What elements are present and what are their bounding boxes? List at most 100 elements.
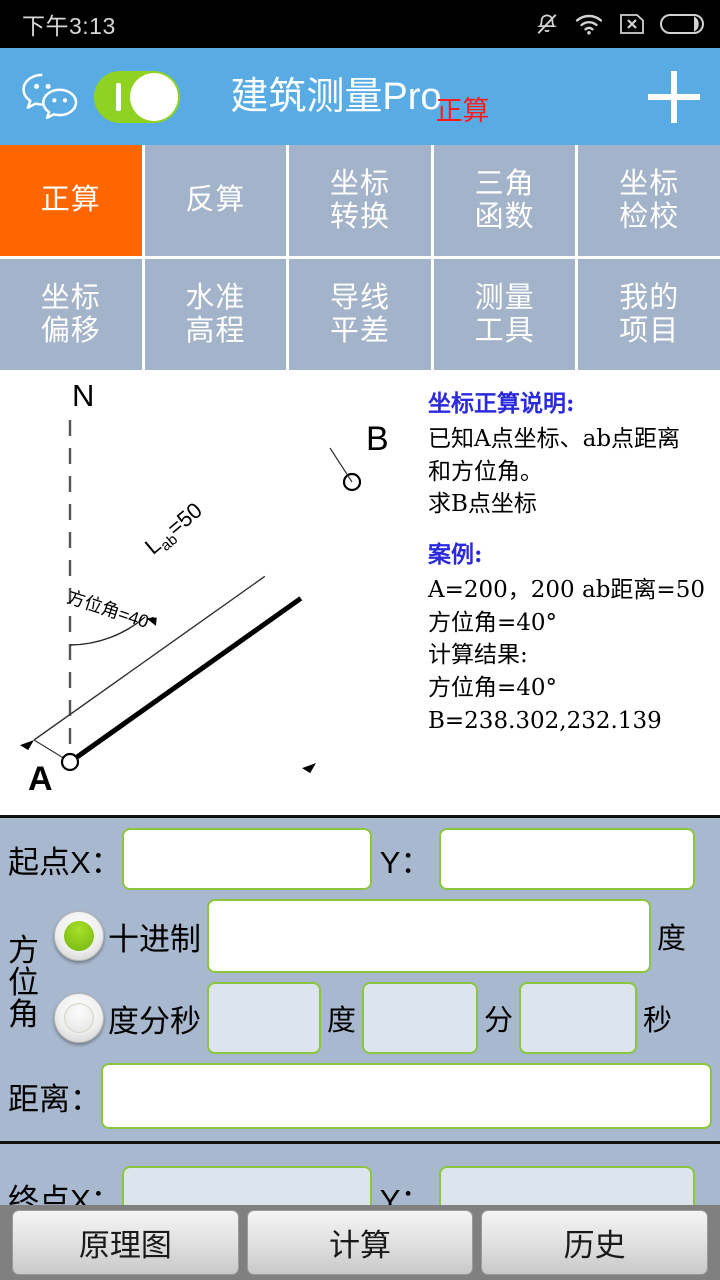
azimuth-label-char-2: 位	[8, 964, 39, 1000]
decimal-mode-row: 十进制 度	[54, 899, 712, 973]
dms-mode-row: 度分秒 度 分 秒	[54, 982, 712, 1054]
start-x-label: 起点X：	[8, 844, 122, 880]
dms-degree-input[interactable]	[207, 982, 321, 1054]
calculate-button[interactable]: 计算	[246, 1210, 474, 1275]
add-icon[interactable]	[648, 70, 700, 123]
nav-tile-label: 正算	[40, 184, 101, 217]
nav-tile-label: 反算	[185, 184, 246, 217]
description-line-5: 方位角=40°	[428, 609, 558, 636]
start-point-row: 起点X： Y：	[8, 828, 712, 890]
nav-tile-trig-function[interactable]: 三角 函数	[433, 145, 576, 256]
status-icons	[534, 11, 706, 37]
dms-radio-label: 度分秒	[108, 1003, 201, 1039]
status-bar: 下午3:13	[0, 0, 720, 48]
radio-dot	[64, 1003, 94, 1033]
nav-tile-label-2: 高程	[185, 314, 246, 347]
bottom-button-bar: 原理图 计算 历史	[0, 1205, 720, 1280]
nav-tile-coord-check[interactable]: 坐标 检校	[578, 145, 720, 256]
start-y-label: Y：	[379, 844, 432, 880]
nav-tile-coord-offset[interactable]: 坐标 偏移	[0, 259, 142, 370]
nav-tile-coord-convert[interactable]: 坐标 转换	[289, 145, 431, 256]
description-line-2: 和方位角。	[428, 458, 543, 485]
description-line-6: 计算结果:	[428, 642, 528, 669]
nav-tile-zhengsuan[interactable]: 正算	[0, 145, 142, 256]
nav-tile-label-2: 项目	[619, 314, 680, 347]
dms-radio[interactable]	[54, 993, 104, 1043]
page-subtitle: 正算	[435, 95, 490, 126]
history-button[interactable]: 历史	[481, 1210, 709, 1275]
dms-degree-unit: 度	[327, 1005, 357, 1037]
azimuth-label: 方 位 角	[8, 899, 54, 1063]
nav-tile-label-2: 函数	[474, 200, 535, 233]
point-a-label: A	[28, 760, 53, 798]
nav-tile-label-2: 偏移	[40, 314, 101, 347]
dms-second-unit: 秒	[643, 1005, 673, 1037]
toggle-bar	[116, 82, 121, 111]
bell-muted-icon	[537, 14, 557, 34]
nav-tile-fansuan[interactable]: 反算	[144, 145, 287, 256]
azimuth-label-char-3: 角	[8, 997, 39, 1033]
nav-tile-label: 水准	[185, 282, 246, 315]
content-area: N A B Lab=50 方位角=40° 坐标正算说明: 已知A点坐标、ab点距…	[0, 370, 720, 815]
nav-tile-label-2: 工具	[474, 314, 535, 347]
point-a-marker	[60, 752, 80, 772]
point-b-label: B	[366, 420, 389, 458]
distance-label: 距离：	[8, 1081, 101, 1117]
start-x-input[interactable]	[121, 828, 372, 890]
description-line-8: B=238.302,232.139	[428, 707, 662, 734]
azimuth-rows: 十进制 度 度分秒 度 分 秒	[54, 899, 712, 1063]
dimension-line	[33, 575, 266, 741]
decimal-radio-label: 十进制	[108, 921, 201, 957]
nav-tile-leveling[interactable]: 水准 高程	[144, 259, 287, 370]
principle-diagram-button[interactable]: 原理图	[12, 1210, 239, 1275]
battery-icon	[660, 14, 704, 34]
nav-tile-label-2: 转换	[329, 200, 390, 233]
dimension-arrow-a	[20, 740, 34, 751]
dimension-arrow-b	[302, 763, 316, 774]
nav-grid: 正算 反算 坐标 转换 三角 函数 坐标 检校 坐标 偏移 水准 高程 导线 平…	[0, 145, 720, 370]
dms-minute-unit: 分	[484, 1005, 514, 1037]
wifi-icon	[575, 14, 603, 35]
description-heading-1: 坐标正算说明:	[428, 390, 575, 417]
principle-diagram[interactable]: N A B Lab=50 方位角=40°	[0, 370, 420, 815]
description-line-3: 求B点坐标	[428, 491, 537, 518]
north-label: N	[72, 378, 95, 413]
azimuth-label-char-1: 方	[8, 932, 39, 968]
wechat-logo	[22, 73, 78, 119]
nav-tile-label: 坐标	[329, 168, 390, 201]
dms-minute-input[interactable]	[362, 982, 479, 1054]
toggle-knob	[130, 72, 178, 121]
description-heading-2: 案例:	[428, 540, 483, 568]
start-y-input[interactable]	[439, 828, 696, 890]
azimuth-block: 方 位 角 十进制 度 度分秒 度 分 秒	[8, 899, 712, 1063]
description-line-7: 方位角=40°	[428, 674, 558, 701]
app-root: 下午3:13 建筑测量Pro 正算 正算 反算 坐标 转换 三角 函数 坐标 检…	[0, 0, 720, 1280]
distance-row: 距离：	[8, 1063, 712, 1129]
nav-tile-label: 坐标	[40, 282, 101, 315]
description-line-4: A=200，200 ab距离=50	[428, 576, 705, 603]
description-line-1: 已知A点坐标、ab点距离	[428, 426, 681, 452]
distance-input[interactable]	[101, 1063, 712, 1129]
extension-b	[329, 447, 353, 483]
decimal-unit-label: 度	[657, 923, 687, 955]
nav-tile-label-2: 检校	[619, 200, 680, 233]
decimal-radio[interactable]	[54, 911, 104, 961]
input-form-primary: 起点X： Y： 方 位 角 十进制 度 度分秒 度 分 秒 距离：	[0, 815, 720, 1141]
nav-tile-label-2: 平差	[329, 314, 390, 347]
dms-second-input[interactable]	[519, 982, 638, 1054]
description-panel: 坐标正算说明: 已知A点坐标、ab点距离 和方位角。 求B点坐标 案例: A=2…	[420, 370, 720, 815]
nav-tile-label: 我的	[619, 282, 680, 315]
nav-tile-traverse-adjust[interactable]: 导线 平差	[289, 259, 431, 370]
nav-tile-label: 测量	[474, 282, 535, 315]
nav-tile-label: 导线	[329, 282, 390, 315]
header-toggle[interactable]	[94, 70, 180, 123]
nav-tile-label: 坐标	[619, 168, 680, 201]
radio-dot	[64, 921, 94, 951]
nav-tile-label: 三角	[474, 168, 535, 201]
decimal-degree-input[interactable]	[207, 899, 651, 973]
no-sim-icon	[620, 14, 644, 34]
app-header: 建筑测量Pro 正算	[0, 48, 720, 145]
nav-tile-my-projects[interactable]: 我的 项目	[578, 259, 720, 370]
nav-tile-survey-tools[interactable]: 测量 工具	[433, 259, 576, 370]
